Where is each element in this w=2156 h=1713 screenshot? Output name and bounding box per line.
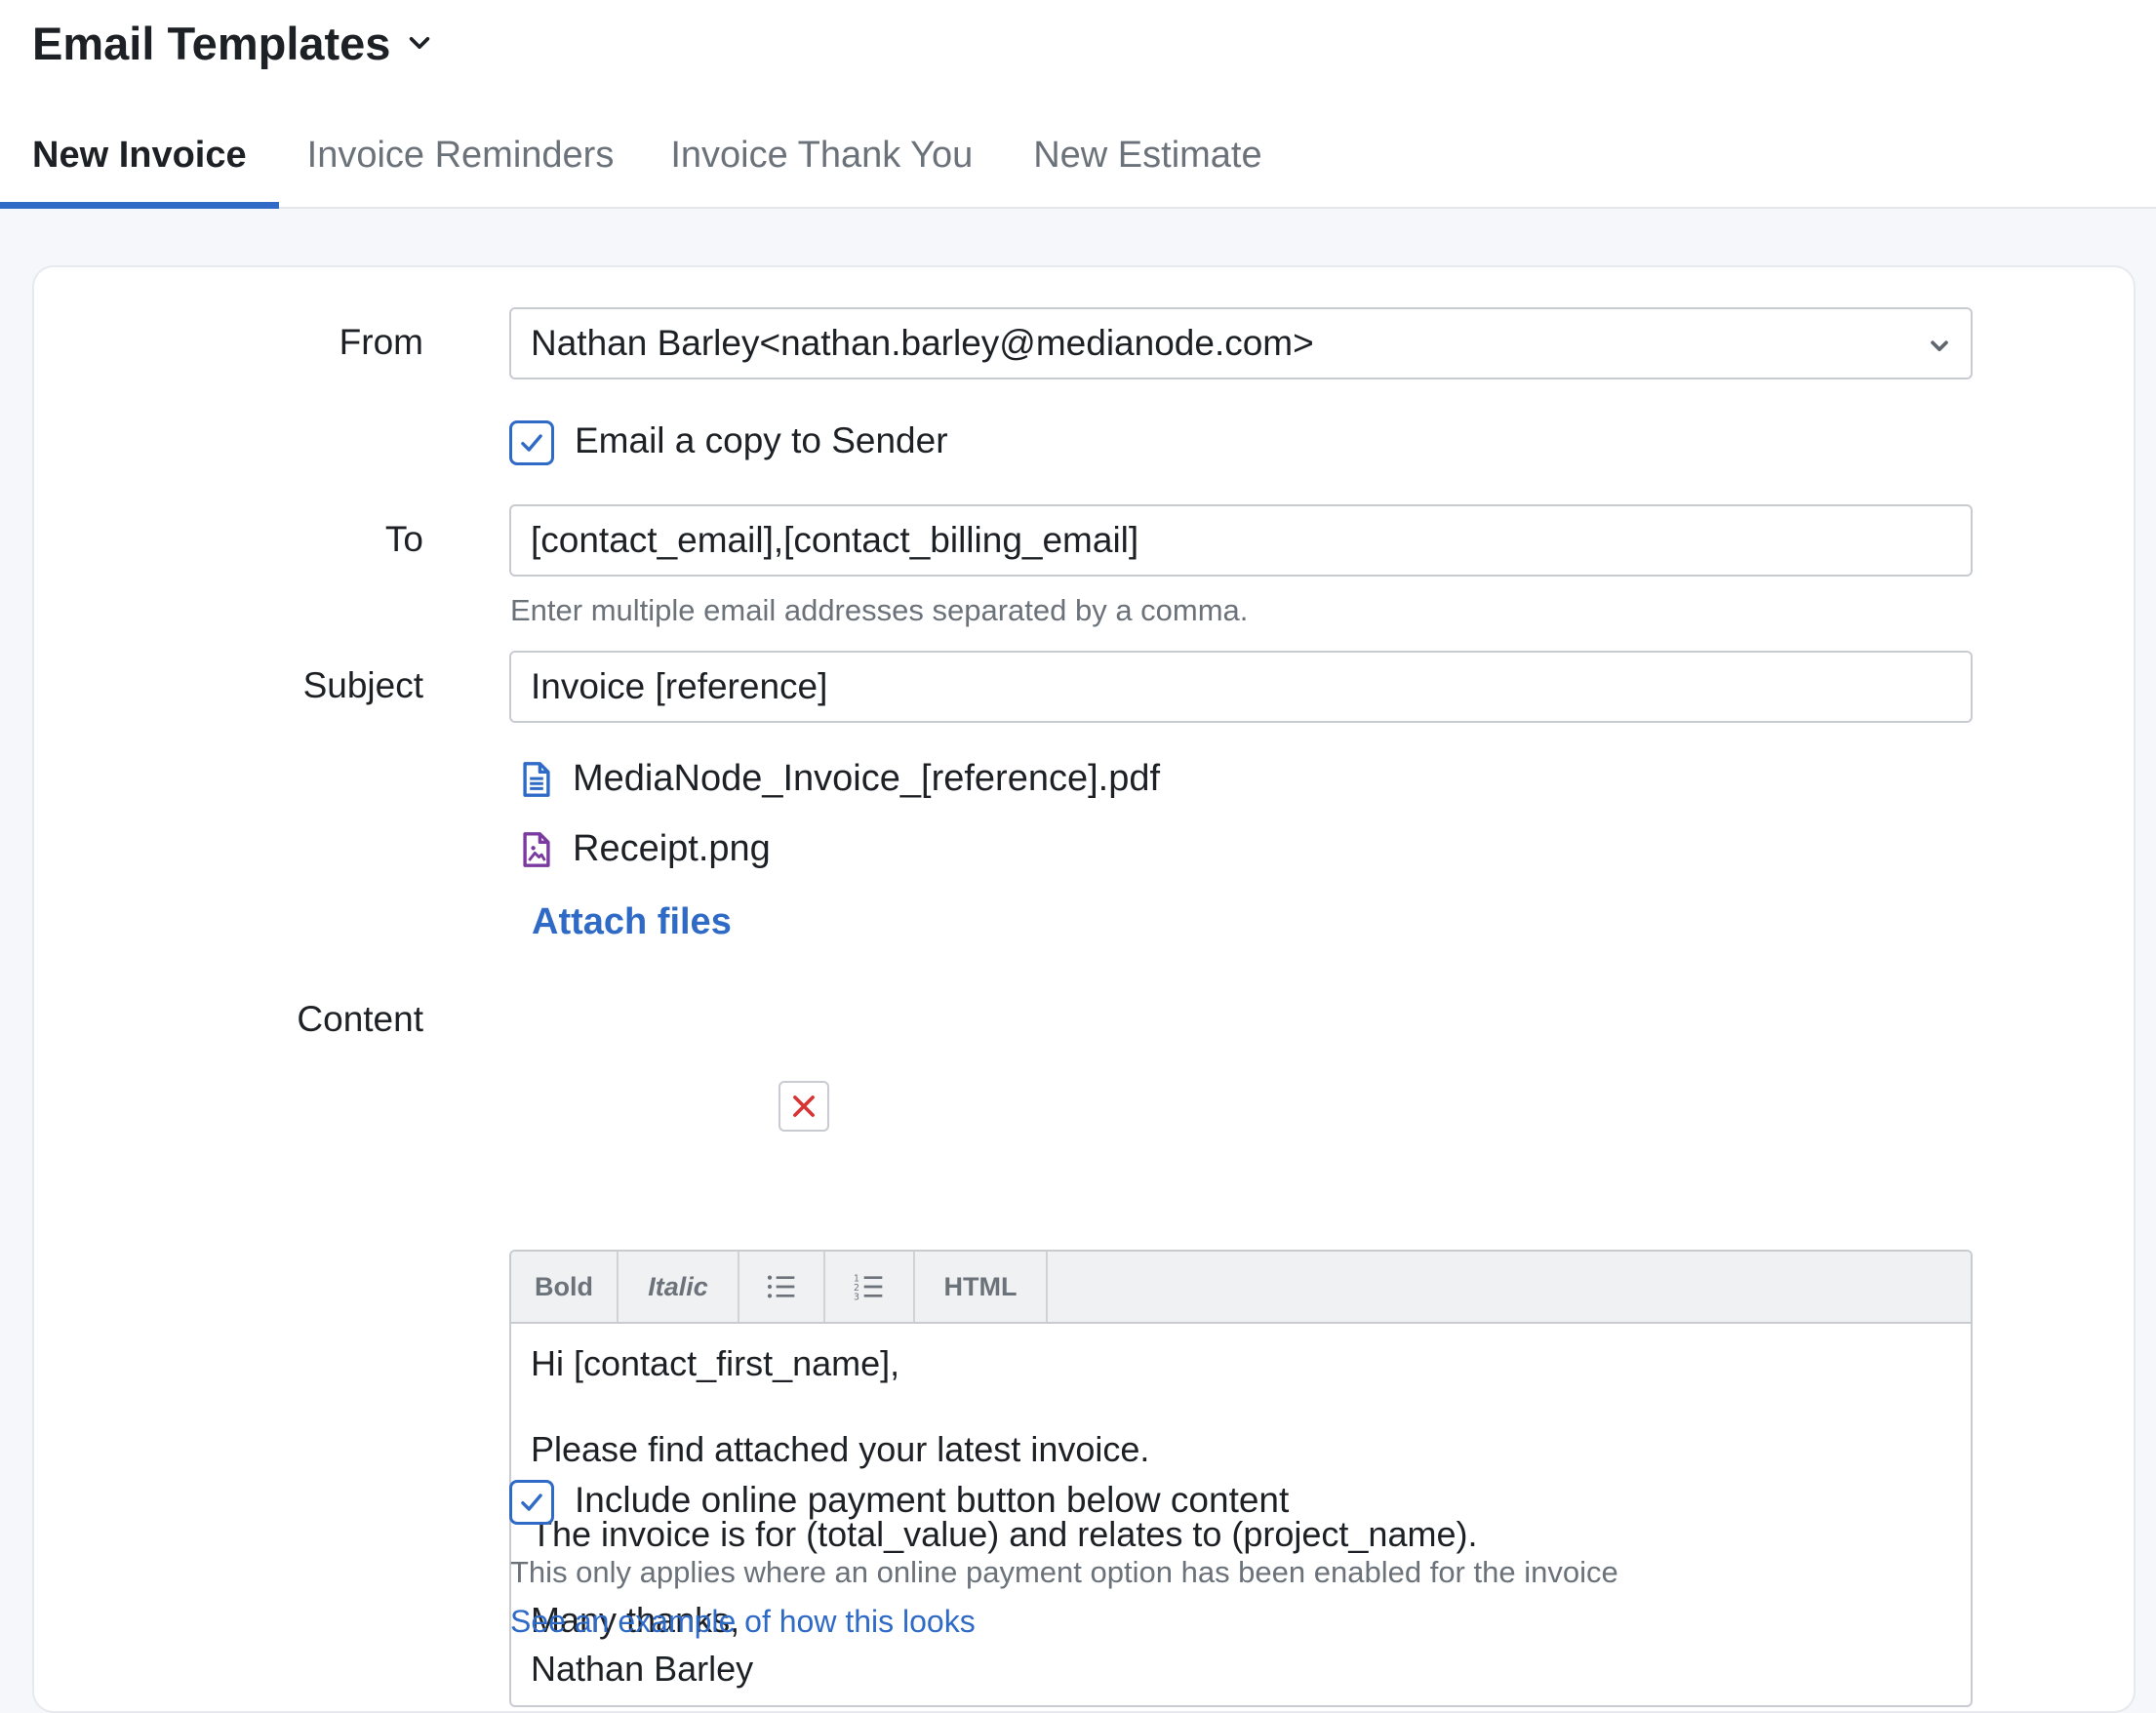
template-tabs: New Invoice Invoice Reminders Invoice Th… bbox=[0, 115, 1292, 209]
checkmark-icon bbox=[521, 1494, 542, 1511]
template-type-dropdown[interactable]: Email Templates bbox=[32, 12, 433, 74]
chevron-down-icon bbox=[410, 36, 430, 50]
attachment-name[interactable]: MediaNode_Invoice_[reference].pdf bbox=[573, 758, 1160, 800]
to-hint: Enter multiple email addresses separated… bbox=[510, 593, 1249, 627]
page-header: Email Templates New Invoice Invoice Remi… bbox=[0, 0, 2156, 209]
from-select-value: Nathan Barley<nathan.barley@medianode.co… bbox=[531, 323, 1314, 363]
remove-attachment-button[interactable] bbox=[779, 1081, 829, 1132]
payment-hint: This only applies where an online paymen… bbox=[510, 1555, 1618, 1589]
page-title: Email Templates bbox=[32, 17, 391, 69]
from-label: From bbox=[339, 322, 423, 362]
tab-invoice-reminders[interactable]: Invoice Reminders bbox=[279, 115, 641, 207]
editor-toolbar: Bold Italic 1 2 3 HTML bbox=[511, 1252, 1971, 1324]
content-line: Nathan Barley bbox=[531, 1649, 754, 1689]
example-link[interactable]: See an example of how this looks bbox=[510, 1604, 976, 1640]
svg-text:3: 3 bbox=[854, 1292, 859, 1301]
tab-new-estimate[interactable]: New Estimate bbox=[1001, 115, 1291, 207]
attachment-item: MediaNode_Invoice_[reference].pdf bbox=[520, 758, 1160, 800]
bulleted-list-button[interactable] bbox=[739, 1252, 825, 1322]
close-icon bbox=[793, 1096, 815, 1117]
tab-invoice-thank-you[interactable]: Invoice Thank You bbox=[640, 115, 1001, 207]
chevron-down-icon bbox=[1931, 340, 1948, 352]
to-input[interactable]: [contact_email],[contact_billing_email] bbox=[509, 504, 1973, 577]
attachment-item: Receipt.png bbox=[520, 828, 771, 870]
attach-files-link[interactable]: Attach files bbox=[532, 901, 732, 943]
payment-button-label: Include online payment button below cont… bbox=[575, 1480, 1290, 1520]
numbered-list-icon: 1 2 3 bbox=[854, 1274, 883, 1301]
italic-button[interactable]: Italic bbox=[619, 1252, 739, 1322]
attachment-name[interactable]: Receipt.png bbox=[573, 828, 771, 870]
template-form-card: From Nathan Barley<nathan.barley@mediano… bbox=[32, 265, 2136, 1713]
content-line: Hi [contact_first_name], bbox=[531, 1343, 900, 1383]
tab-new-invoice[interactable]: New Invoice bbox=[0, 115, 279, 209]
content-line: Please find attached your latest invoice… bbox=[531, 1429, 1150, 1469]
document-icon bbox=[523, 761, 550, 797]
from-select[interactable]: Nathan Barley<nathan.barley@medianode.co… bbox=[509, 307, 1973, 379]
image-file-icon bbox=[523, 831, 550, 867]
numbered-list-button[interactable]: 1 2 3 bbox=[825, 1252, 915, 1322]
bold-button[interactable]: Bold bbox=[511, 1252, 619, 1322]
to-label: To bbox=[384, 519, 423, 559]
bulleted-list-icon bbox=[767, 1275, 795, 1298]
subject-input[interactable]: Invoice [reference] bbox=[509, 651, 1973, 723]
payment-button-checkbox[interactable] bbox=[509, 1480, 554, 1525]
email-copy-label: Email a copy to Sender bbox=[575, 420, 948, 460]
content-label: Content bbox=[297, 999, 423, 1039]
subject-label: Subject bbox=[302, 665, 423, 705]
html-button[interactable]: HTML bbox=[915, 1252, 1048, 1322]
email-copy-checkbox[interactable] bbox=[509, 420, 554, 465]
checkmark-icon bbox=[521, 434, 542, 452]
